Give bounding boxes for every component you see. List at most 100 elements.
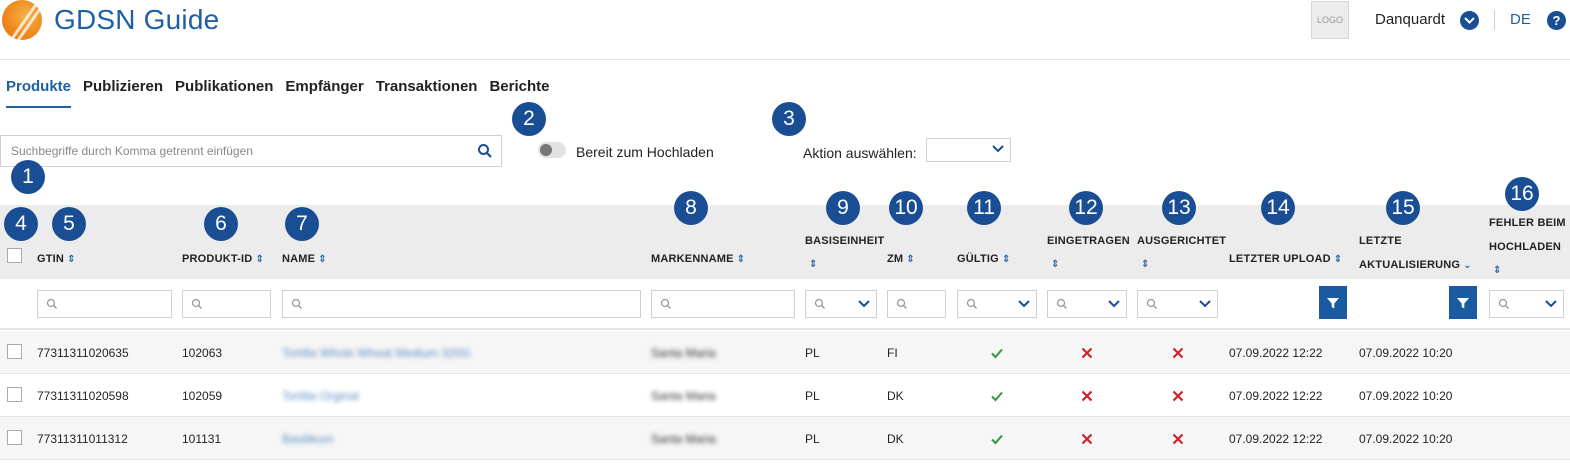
filter-name-input[interactable] xyxy=(282,290,641,318)
product-id-cell: 102063 xyxy=(182,346,223,360)
col-header-last-update[interactable]: LETZTE AKTUALISIERUNG ⌄ xyxy=(1359,229,1472,278)
annotation-marker: 6 xyxy=(204,207,238,241)
zm-cell: FI xyxy=(887,346,898,360)
table-row[interactable]: 77311311020598 102059 Tortilla Orginal S… xyxy=(0,374,1570,417)
sort-icon: ⇕ xyxy=(1141,259,1150,270)
annotation-marker: 14 xyxy=(1261,191,1295,225)
col-header-aligned[interactable]: AUSGERICHTET ⇕ xyxy=(1137,229,1226,277)
filter-last-update-button[interactable] xyxy=(1449,286,1477,319)
base-unit-cell: PL xyxy=(805,389,820,403)
zm-cell: DK xyxy=(887,432,904,446)
last-upload-cell: 07.09.2022 12:22 xyxy=(1229,389,1323,403)
annotation-marker: 5 xyxy=(52,207,86,241)
col-header-last-upload[interactable]: LETZTER UPLOAD ⇕ xyxy=(1229,247,1342,272)
action-select-label: Aktion auswählen: xyxy=(803,145,917,161)
help-icon[interactable]: ? xyxy=(1547,11,1566,30)
product-name-link[interactable]: Basilikum xyxy=(282,432,333,446)
search-icon xyxy=(1498,298,1509,309)
gtin-cell: 77311311020598 xyxy=(37,389,129,403)
search-icon[interactable] xyxy=(477,143,493,159)
sort-icon: ⇕ xyxy=(67,254,76,265)
table-row[interactable]: 77311311020635 102063 Tortilla Whole Whe… xyxy=(0,331,1570,374)
search-input[interactable] xyxy=(1,136,461,166)
zm-cell: DK xyxy=(887,389,904,403)
annotation-marker: 4 xyxy=(4,207,38,241)
col-header-valid[interactable]: GÜLTIG ⇕ xyxy=(957,247,1011,272)
annotation-marker: 1 xyxy=(11,160,45,194)
brand-cell: Santa Maria xyxy=(651,389,716,403)
product-name-link[interactable]: Tortilla Orginal xyxy=(282,389,359,403)
annotation-marker: 8 xyxy=(674,191,708,225)
product-name-link[interactable]: Tortilla Whole Wheat Medium 320G xyxy=(282,346,471,360)
chevron-down-icon xyxy=(1108,300,1120,308)
chevron-down-icon xyxy=(858,300,870,308)
sort-icon: ⇕ xyxy=(1001,254,1011,265)
sort-icon: ⇕ xyxy=(255,254,265,265)
col-header-name[interactable]: NAME ⇕ xyxy=(282,247,327,272)
tab-empfaenger[interactable]: Empfänger xyxy=(285,78,363,108)
filter-zm-input[interactable] xyxy=(887,290,946,318)
tab-publikationen[interactable]: Publikationen xyxy=(175,78,273,108)
cross-icon xyxy=(1172,347,1184,359)
row-checkbox[interactable] xyxy=(7,430,22,445)
annotation-marker: 12 xyxy=(1069,191,1103,225)
last-upload-cell: 07.09.2022 12:22 xyxy=(1229,346,1323,360)
chevron-down-icon xyxy=(1199,300,1211,308)
filter-aligned-select[interactable] xyxy=(1137,290,1218,318)
table-row[interactable]: 77311311011312 101131 Basilikum Santa Ma… xyxy=(0,417,1570,460)
col-header-registered[interactable]: EINGETRAGEN ⇕ xyxy=(1047,229,1130,277)
annotation-marker: 2 xyxy=(512,102,546,136)
search-icon xyxy=(896,298,907,309)
user-name[interactable]: Danquardt xyxy=(1375,11,1445,28)
sort-icon: ⇕ xyxy=(809,259,818,270)
chevron-down-icon xyxy=(1018,300,1030,308)
ready-to-upload-toggle[interactable] xyxy=(538,142,566,158)
filter-upload-errors-select[interactable] xyxy=(1489,290,1564,318)
tab-publizieren[interactable]: Publizieren xyxy=(83,78,163,108)
search-icon xyxy=(46,298,57,309)
user-menu-chevron-icon[interactable] xyxy=(1460,11,1479,30)
last-upload-cell: 07.09.2022 12:22 xyxy=(1229,432,1323,446)
product-id-cell: 101131 xyxy=(182,432,222,446)
action-select[interactable] xyxy=(926,138,1011,162)
sort-icon: ⇕ xyxy=(736,254,746,265)
language-switch[interactable]: DE xyxy=(1510,11,1531,28)
filter-gtin-input[interactable] xyxy=(37,290,172,318)
filter-product-id-input[interactable] xyxy=(182,290,271,318)
filter-registered-select[interactable] xyxy=(1047,290,1127,318)
filter-brand-input[interactable] xyxy=(651,290,795,318)
cross-icon xyxy=(1081,390,1093,402)
toggle-knob xyxy=(540,144,552,156)
app-title: GDSN Guide xyxy=(54,4,220,35)
check-icon xyxy=(991,348,1003,359)
col-header-base-unit[interactable]: BASISEINHEIT ⇕ xyxy=(805,229,884,277)
tab-produkte[interactable]: Produkte xyxy=(6,78,72,108)
row-checkbox[interactable] xyxy=(7,344,22,359)
chevron-down-icon xyxy=(1545,300,1557,308)
col-header-zm[interactable]: ZM ⇕ xyxy=(887,247,915,272)
search-icon xyxy=(814,298,825,309)
chevron-down-icon xyxy=(992,145,1004,153)
col-header-upload-errors[interactable]: FEHLER BEIM HOCHLADEN ⇕ xyxy=(1489,211,1566,283)
product-id-cell: 102059 xyxy=(182,389,223,403)
cross-icon xyxy=(1081,433,1093,445)
select-all-checkbox[interactable] xyxy=(7,248,22,263)
col-header-product-id[interactable]: PRODUKT-ID ⇕ xyxy=(182,247,264,272)
annotation-marker: 7 xyxy=(285,207,319,241)
search-icon xyxy=(191,298,202,309)
brand-cell: Santa Maria xyxy=(651,432,716,446)
col-header-brand[interactable]: MARKENNAME ⇕ xyxy=(651,247,745,272)
header-divider xyxy=(1494,10,1495,30)
row-checkbox[interactable] xyxy=(7,387,22,402)
filter-valid-select[interactable] xyxy=(957,290,1037,318)
filter-base-unit-select[interactable] xyxy=(805,290,877,318)
sort-icon: ⇕ xyxy=(1333,254,1343,265)
filter-icon xyxy=(1327,297,1339,308)
main-nav: Produkte Publizieren Publikationen Empfä… xyxy=(6,78,549,108)
annotation-marker: 3 xyxy=(772,102,806,136)
annotation-marker: 10 xyxy=(889,191,923,225)
col-header-gtin[interactable]: GTIN ⇕ xyxy=(37,247,76,272)
search-icon xyxy=(291,298,302,309)
filter-last-upload-button[interactable] xyxy=(1319,286,1347,319)
tab-transaktionen[interactable]: Transaktionen xyxy=(376,78,478,108)
